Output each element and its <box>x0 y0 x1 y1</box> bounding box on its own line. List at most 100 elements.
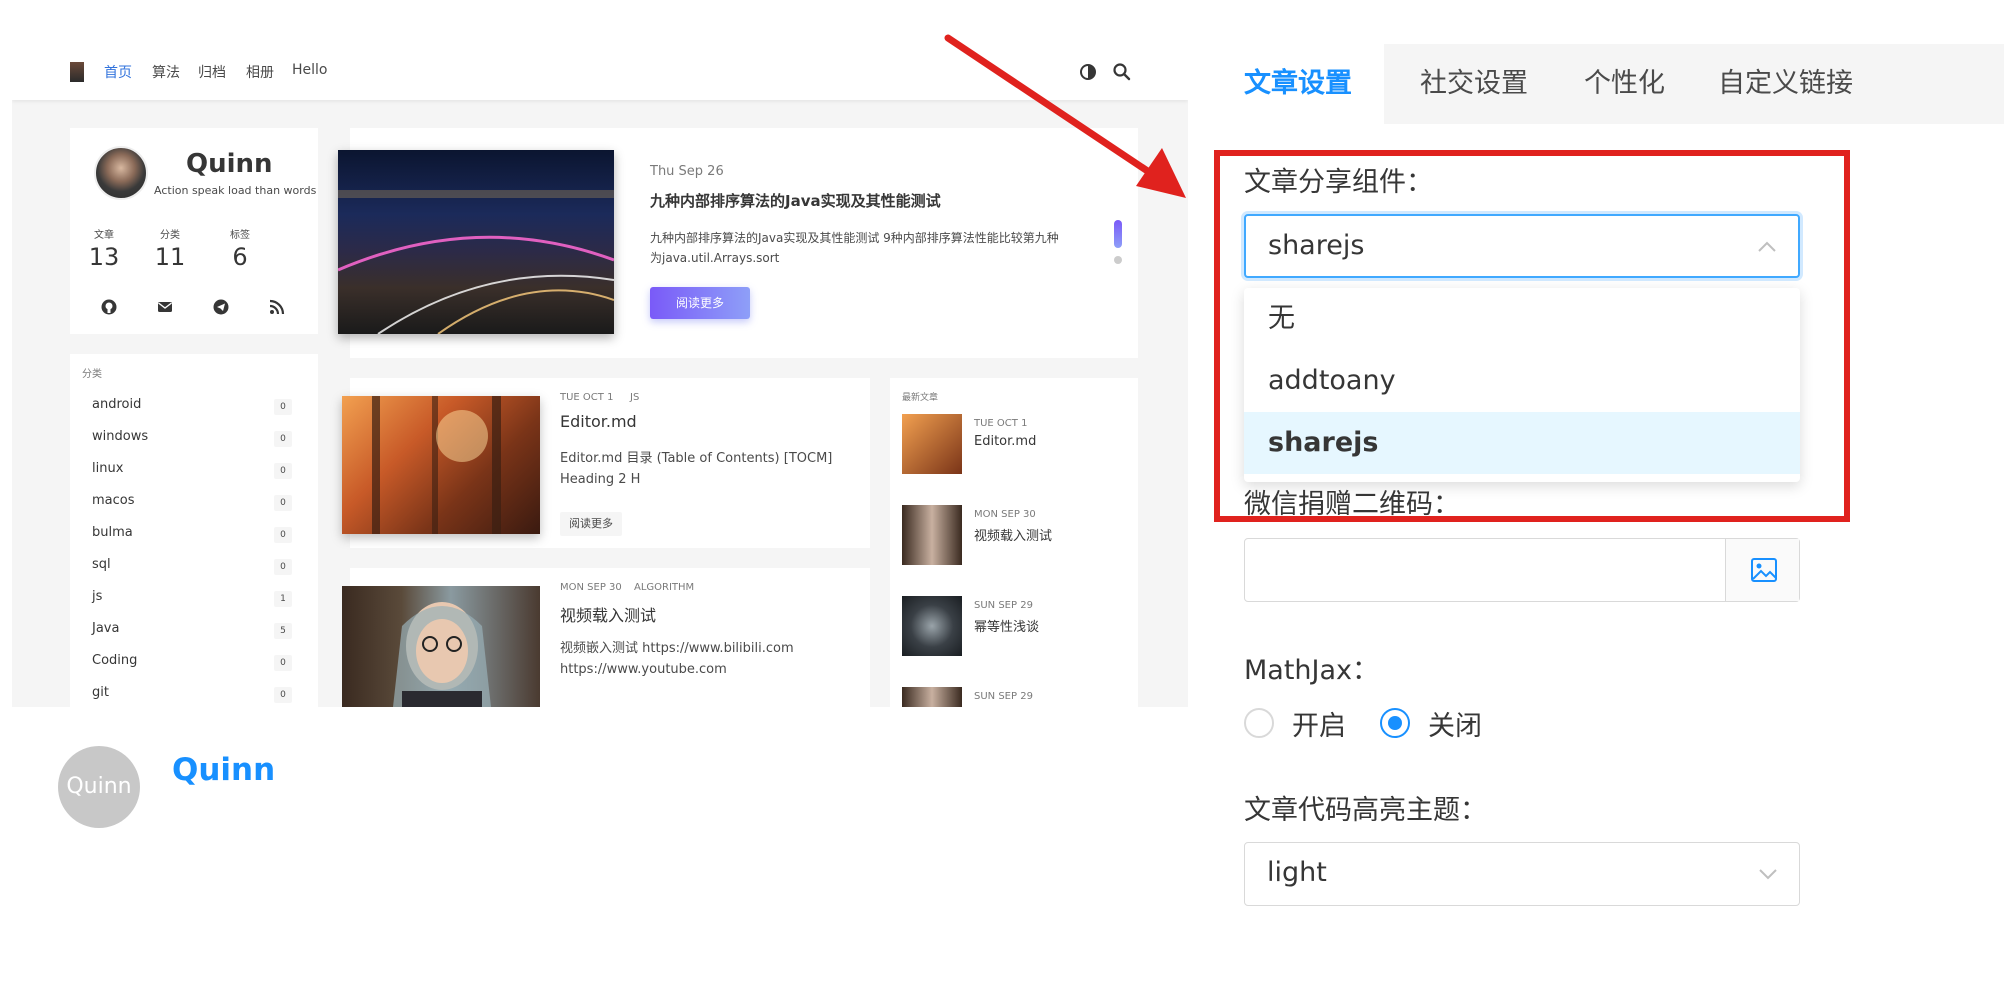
carousel-indicator[interactable] <box>1114 256 1122 264</box>
mathjax-off-radio[interactable] <box>1380 708 1410 738</box>
email-icon[interactable] <box>156 298 174 316</box>
telegram-icon[interactable] <box>212 298 230 316</box>
category-item[interactable]: sql 0 <box>92 557 292 579</box>
nav-item-hello[interactable]: Hello <box>292 62 328 78</box>
post-title[interactable]: 视频载入测试 <box>560 602 656 626</box>
category-item[interactable]: Java 5 <box>92 621 292 643</box>
stat-categories[interactable]: 分类 11 <box>140 226 200 271</box>
post-read-more-button[interactable]: 阅读更多 <box>560 512 622 536</box>
post-title[interactable]: Editor.md <box>560 412 637 431</box>
post-date: TUE OCT 1 <box>560 392 614 403</box>
profile-motto: Action speak load than words <box>154 184 317 197</box>
category-item[interactable]: git 0 <box>92 685 292 707</box>
category-count: 1 <box>274 591 292 607</box>
mathjax-on-radio[interactable] <box>1244 708 1274 738</box>
annotation-highlight-box <box>1214 150 1850 522</box>
recent-post-title: 视频载入测试 <box>974 529 1053 544</box>
settings-tabs: 文章设置 社交设置 个性化 自定义链接 <box>1212 44 2004 124</box>
categories-card: 分类 android 0 windows 0 linux 0 macos 0 bulma… <box>70 354 318 707</box>
post-category[interactable]: ALGORITHM <box>634 582 694 593</box>
rss-icon[interactable] <box>268 298 286 316</box>
recent-post-title: 幂等性浅谈 <box>974 620 1040 635</box>
recent-post-item[interactable]: TUE OCT 1 Editor.md <box>902 414 1122 476</box>
tab-social-settings[interactable]: 社交设置 <box>1388 44 1560 124</box>
category-item[interactable]: bulma 0 <box>92 525 292 547</box>
mathjax-off-label[interactable]: 关闭 <box>1428 704 1482 743</box>
category-count: 0 <box>274 527 292 543</box>
nav-item-home[interactable]: 首页 <box>104 62 132 82</box>
stat-value: 11 <box>154 243 186 271</box>
chevron-down-icon <box>1759 869 1777 880</box>
category-name: Coding <box>92 653 138 668</box>
category-item[interactable]: windows 0 <box>92 429 292 451</box>
recent-post-thumb <box>902 687 962 707</box>
category-item[interactable]: linux 0 <box>92 461 292 483</box>
featured-post-date: Thu Sep 26 <box>650 164 724 179</box>
profile-card: Quinn Action speak load than words 文章 13 … <box>70 128 318 334</box>
category-item[interactable]: js 1 <box>92 589 292 611</box>
recent-post-title: Editor.md <box>974 434 1037 449</box>
category-count: 0 <box>274 399 292 415</box>
tab-post-settings[interactable]: 文章设置 <box>1212 44 1384 124</box>
recent-post-item[interactable]: MON SEP 30 视频载入测试 <box>902 505 1122 567</box>
category-count: 0 <box>274 463 292 479</box>
category-name: git <box>92 685 109 700</box>
category-count: 5 <box>274 623 292 639</box>
nav-item-algorithm[interactable]: 算法 <box>152 62 180 82</box>
featured-post-image[interactable] <box>338 150 614 334</box>
post-card: MON SEP 30 ALGORITHM 视频载入测试 视频嵌入测试 https… <box>342 568 870 707</box>
profile-avatar[interactable] <box>94 146 148 200</box>
excerpt-line: 九种内部排序算法的Java实现及其性能测试 9种内部排序算法性能比较第九种 <box>650 231 1059 245</box>
stat-tags[interactable]: 标签 6 <box>210 226 270 271</box>
annotation-arrow-icon <box>944 34 1186 198</box>
category-item[interactable]: Coding 0 <box>92 653 292 675</box>
stat-label: 文章 <box>94 230 114 241</box>
tab-custom-links[interactable]: 自定义链接 <box>1686 44 1885 124</box>
stat-posts[interactable]: 文章 13 <box>74 226 134 271</box>
mathjax-on-label[interactable]: 开启 <box>1292 704 1346 743</box>
mathjax-label: MathJax： <box>1244 655 1380 686</box>
recent-post-date: SUN SEP 29 <box>974 691 1033 702</box>
recent-post-item[interactable]: SUN SEP 29 <box>902 687 1122 707</box>
category-count: 0 <box>274 495 292 511</box>
post-category[interactable]: JS <box>630 392 639 403</box>
recent-posts-title: 最新文章 <box>902 393 939 403</box>
carousel-indicator-active[interactable] <box>1114 220 1122 248</box>
github-icon[interactable] <box>100 298 118 316</box>
code-theme-select[interactable]: light <box>1244 842 1800 906</box>
post-image[interactable] <box>342 396 540 534</box>
image-icon <box>1751 558 1777 582</box>
stat-value: 13 <box>88 243 120 271</box>
category-name: Java <box>92 621 120 636</box>
recent-post-item[interactable]: SUN SEP 29 幂等性浅谈 <box>902 596 1122 658</box>
category-name: linux <box>92 461 124 476</box>
nav-item-archive[interactable]: 归档 <box>198 62 226 82</box>
category-name: bulma <box>92 525 133 540</box>
stat-value: 6 <box>232 243 248 271</box>
tab-personalization[interactable]: 个性化 <box>1552 44 1697 124</box>
nav-item-album[interactable]: 相册 <box>246 62 274 82</box>
excerpt-line: 为java.util.Arrays.sort <box>650 251 780 265</box>
recent-post-date: SUN SEP 29 <box>974 600 1033 611</box>
image-picker-button[interactable] <box>1725 539 1799 601</box>
code-theme-label: 文章代码高亮主题： <box>1244 795 1487 826</box>
featured-read-more-button[interactable]: 阅读更多 <box>650 287 750 319</box>
post-excerpt: 视频嵌入测试 https://www.bilibili.com https://w… <box>560 638 850 680</box>
category-name: js <box>92 589 103 604</box>
recent-post-date: MON SEP 30 <box>974 509 1036 520</box>
post-date: MON SEP 30 <box>560 582 622 593</box>
recent-post-date: TUE OCT 1 <box>974 418 1028 429</box>
category-item[interactable]: macos 0 <box>92 493 292 515</box>
category-count: 0 <box>274 559 292 575</box>
post-card: TUE OCT 1 JS Editor.md Editor.md 目录 (Tab… <box>342 378 870 548</box>
author-avatar[interactable]: Quinn <box>58 746 140 828</box>
post-image[interactable] <box>342 586 540 707</box>
excerpt-line: https://www.youtube.com <box>560 662 727 677</box>
recent-posts-card: 最新文章 TUE OCT 1 Editor.md MON SEP 30 视频载入… <box>890 378 1138 707</box>
featured-post-title[interactable]: 九种内部排序算法的Java实现及其性能测试 <box>650 190 941 211</box>
author-name[interactable]: Quinn <box>172 752 275 788</box>
category-item[interactable]: android 0 <box>92 397 292 419</box>
category-count: 0 <box>274 431 292 447</box>
recent-post-thumb <box>902 505 962 565</box>
site-logo[interactable] <box>70 62 84 82</box>
